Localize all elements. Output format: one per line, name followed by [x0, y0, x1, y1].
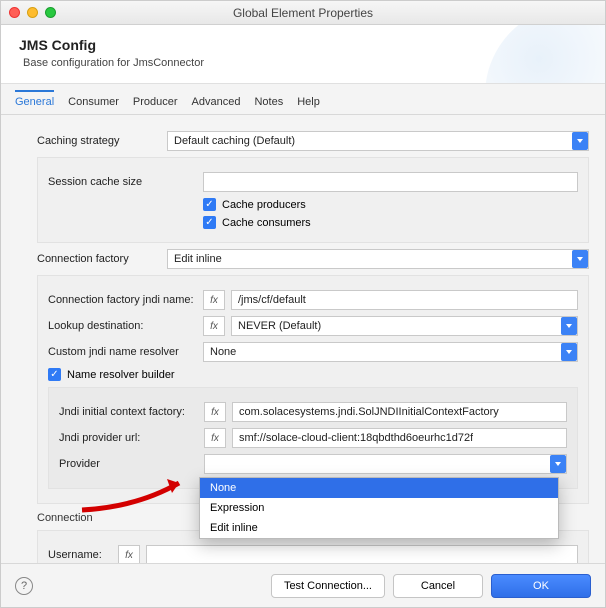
dropdown-option-none[interactable]: None — [200, 478, 558, 498]
fx-button[interactable]: fx — [204, 402, 226, 422]
tab-bar: General Consumer Producer Advanced Notes… — [1, 84, 605, 115]
connection-factory-select[interactable]: Edit inline — [167, 249, 589, 269]
lookup-destination-label: Lookup destination: — [48, 320, 203, 332]
ok-button[interactable]: OK — [491, 574, 591, 598]
tab-notes[interactable]: Notes — [254, 92, 283, 114]
dialog-window: Global Element Properties JMS Config Bas… — [0, 0, 606, 608]
test-connection-button[interactable]: Test Connection... — [271, 574, 385, 598]
connection-factory-label: Connection factory — [37, 253, 167, 265]
cancel-button[interactable]: Cancel — [393, 574, 483, 598]
fx-button[interactable]: fx — [118, 545, 140, 563]
lookup-destination-select[interactable]: NEVER (Default) — [231, 316, 578, 336]
header: JMS Config Base configuration for JmsCon… — [1, 25, 605, 84]
footer: ? Test Connection... Cancel OK — [1, 563, 605, 607]
name-resolver-builder-checkbox[interactable] — [48, 368, 61, 381]
jndi-name-input[interactable]: /jms/cf/default — [231, 290, 578, 310]
name-resolver-builder-label: Name resolver builder — [67, 369, 175, 381]
jndi-resolver-label: Custom jndi name resolver — [48, 346, 203, 358]
tab-content: Caching strategy Default caching (Defaul… — [1, 115, 605, 563]
tab-advanced[interactable]: Advanced — [192, 92, 241, 114]
cache-producers-checkbox[interactable] — [203, 198, 216, 211]
session-cache-input[interactable] — [203, 172, 578, 192]
username-label: Username: — [48, 549, 118, 561]
caching-strategy-select[interactable]: Default caching (Default) — [167, 131, 589, 151]
caching-panel: Session cache size Cache producers Cache… — [37, 157, 589, 243]
provider-url-input[interactable]: smf://solace-cloud-client:18qbdthd6oeurh… — [232, 428, 567, 448]
caching-strategy-label: Caching strategy — [37, 135, 167, 147]
provider-properties-select[interactable] — [204, 454, 567, 474]
cache-consumers-label: Cache consumers — [222, 217, 311, 229]
jndi-name-label: Connection factory jndi name: — [48, 294, 203, 306]
fx-button[interactable]: fx — [203, 290, 225, 310]
config-title: JMS Config — [19, 37, 587, 53]
config-subtitle: Base configuration for JmsConnector — [19, 57, 587, 69]
jndi-resolver-select[interactable]: None — [203, 342, 578, 362]
fx-button[interactable]: fx — [203, 316, 225, 336]
annotation-arrow-icon — [77, 465, 197, 515]
tab-help[interactable]: Help — [297, 92, 320, 114]
session-cache-label: Session cache size — [48, 176, 203, 188]
provider-properties-dropdown[interactable]: None Expression Edit inline — [199, 477, 559, 539]
initial-context-input[interactable]: com.solacesystems.jndi.SolJNDIInitialCon… — [232, 402, 567, 422]
cache-producers-label: Cache producers — [222, 199, 306, 211]
tab-consumer[interactable]: Consumer — [68, 92, 119, 114]
tab-producer[interactable]: Producer — [133, 92, 178, 114]
tab-general[interactable]: General — [15, 90, 54, 114]
provider-url-label: Jndi provider url: — [59, 432, 204, 444]
username-input[interactable] — [146, 545, 578, 563]
titlebar: Global Element Properties — [1, 1, 605, 25]
dropdown-option-edit-inline[interactable]: Edit inline — [200, 518, 558, 538]
cache-consumers-checkbox[interactable] — [203, 216, 216, 229]
window-title: Global Element Properties — [1, 6, 605, 20]
initial-context-label: Jndi initial context factory: — [59, 406, 204, 418]
fx-button[interactable]: fx — [204, 428, 226, 448]
help-icon[interactable]: ? — [15, 577, 33, 595]
dropdown-option-expression[interactable]: Expression — [200, 498, 558, 518]
